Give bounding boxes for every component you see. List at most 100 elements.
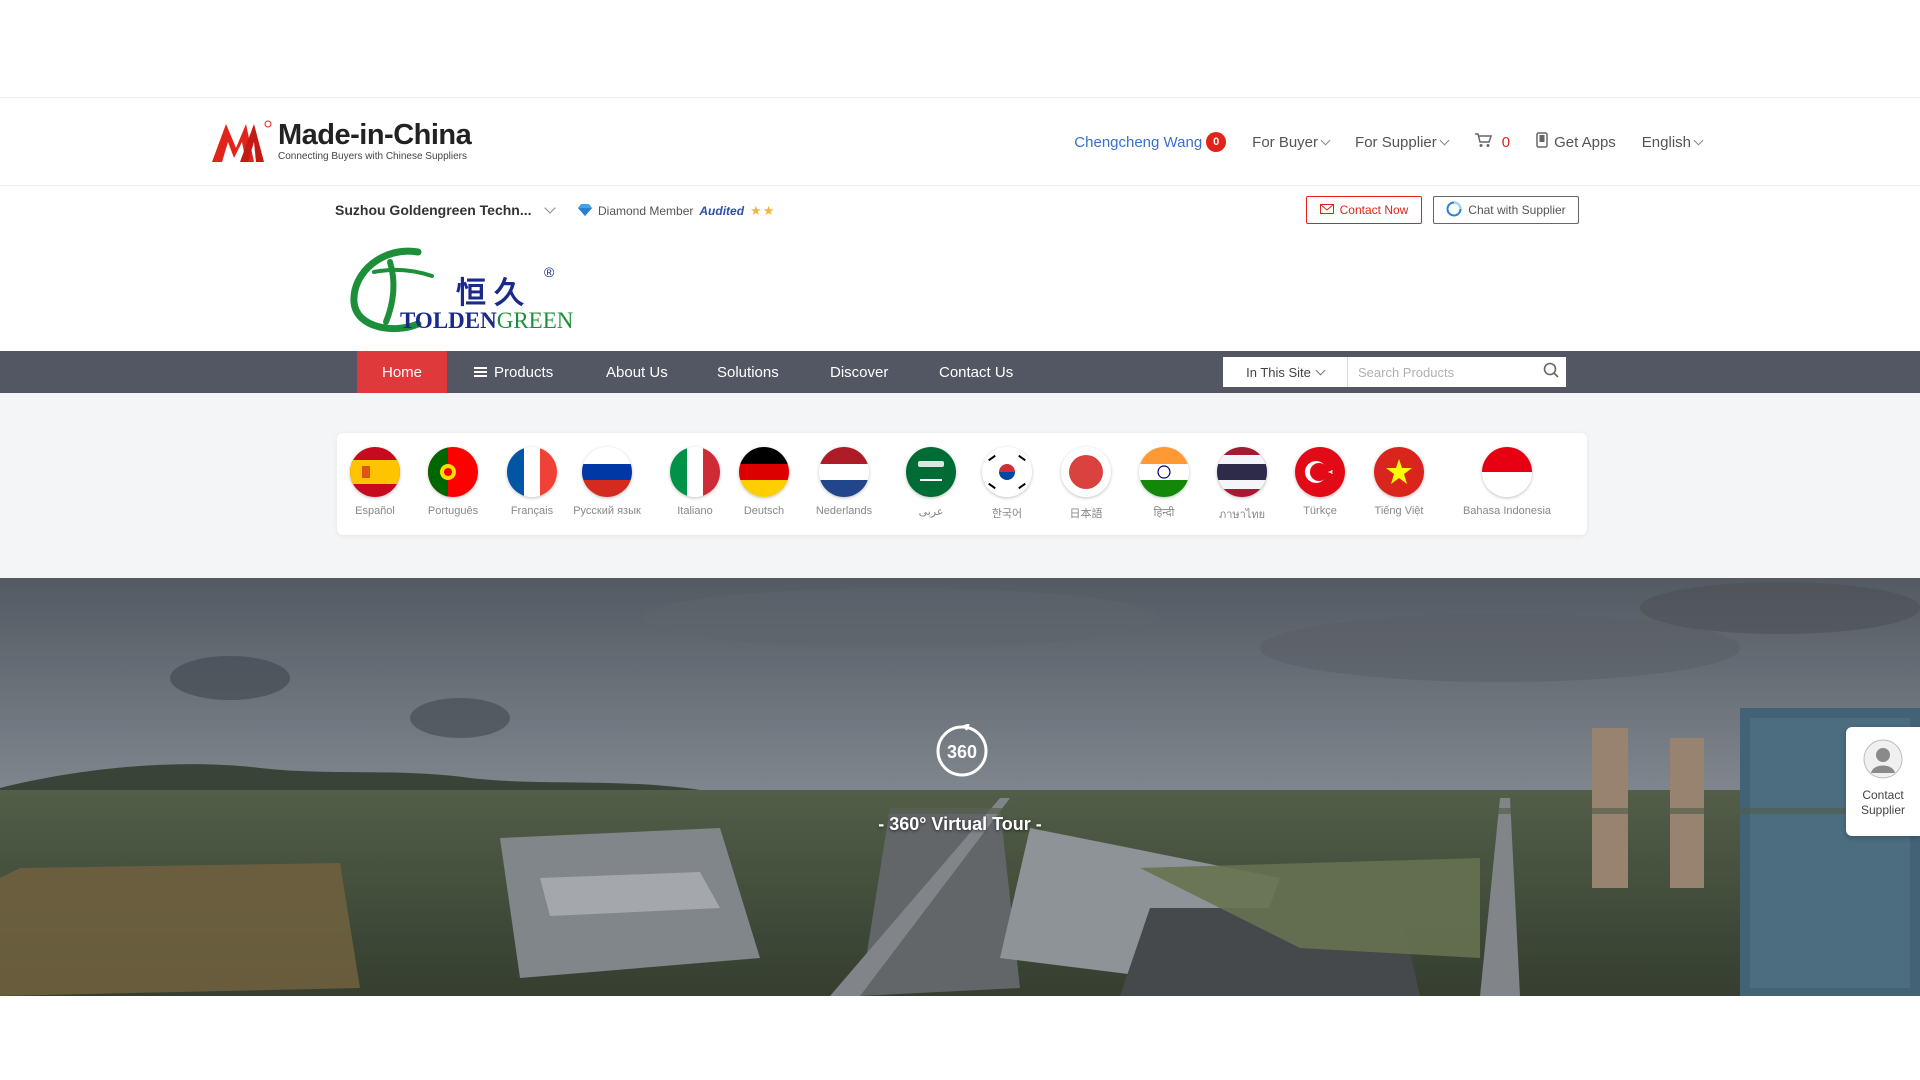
korea-flag-icon (982, 447, 1032, 497)
language-item-spanish[interactable]: Español (350, 447, 400, 517)
language-item-japanese[interactable]: 日本語 (1061, 447, 1111, 521)
contact-now-label: Contact Now (1339, 203, 1409, 217)
made-in-china-logo-icon (210, 118, 274, 164)
language-label: Español (355, 505, 395, 517)
logo-english-part2: GREEN (496, 308, 574, 333)
language-label: Português (427, 505, 479, 517)
search-icon (1543, 362, 1559, 383)
russia-flag-icon (582, 447, 632, 497)
language-item-french[interactable]: Français (507, 447, 557, 517)
india-flag-icon (1139, 447, 1189, 497)
for-supplier-menu[interactable]: For Supplier (1355, 133, 1450, 151)
user-name: Chengcheng Wang (1074, 133, 1203, 151)
search-scope-label: In This Site (1246, 364, 1311, 380)
nav-item-home[interactable]: Home (357, 351, 447, 393)
contact-supplier-label: Contact Supplier (1860, 788, 1906, 817)
goldengreen-logo[interactable]: 恒久 ® TOLDENGREEN (344, 242, 573, 338)
chevron-down-icon (1693, 135, 1704, 145)
nav-home-label: Home (381, 363, 422, 381)
main-nav: Home Products About Us Solutions Discove… (0, 351, 1920, 393)
nav-item-about-us[interactable]: About Us (606, 351, 668, 393)
language-item-italian[interactable]: Italiano (670, 447, 720, 517)
contact-supplier-float[interactable]: Contact Supplier (1846, 727, 1920, 836)
search-input[interactable] (1348, 359, 1536, 385)
language-item-arabic[interactable]: عربى (906, 447, 956, 518)
language-label: English (1641, 133, 1691, 151)
nav-item-solutions[interactable]: Solutions (717, 351, 779, 393)
language-section: Español Português Français Русский язык (0, 393, 1920, 578)
panorama-image (0, 578, 1920, 996)
logo-chinese-text: 恒久 (456, 276, 532, 311)
language-label: Deutsch (743, 505, 785, 517)
language-menu[interactable]: English (1641, 133, 1704, 151)
indonesia-flag-icon (1482, 447, 1532, 497)
site-header: Made-in-China Connecting Buyers with Chi… (0, 98, 1920, 186)
chat-with-supplier-button[interactable]: Chat with Supplier (1433, 196, 1579, 224)
chevron-down-icon (1315, 365, 1326, 375)
virtual-tour-panorama[interactable]: 360 - 360° Virtual Tour - (0, 578, 1920, 996)
language-item-hindi[interactable]: हिन्दी (1139, 447, 1189, 520)
search-scope-select[interactable]: In This Site (1223, 357, 1348, 387)
language-item-thai[interactable]: ภาษาไทย (1217, 447, 1267, 523)
get-apps-link[interactable]: Get Apps (1536, 132, 1616, 152)
japan-flag-icon (1061, 447, 1111, 497)
language-item-vietnamese[interactable]: Tiếng Việt (1374, 447, 1424, 517)
language-item-indonesian[interactable]: Bahasa Indonesia (1447, 447, 1567, 517)
supplier-bar: Suzhou Goldengreen Techn... Diamond Memb… (0, 186, 1920, 234)
spain-flag-icon (350, 447, 400, 497)
made-in-china-logo[interactable]: Made-in-China Connecting Buyers with Chi… (210, 116, 472, 166)
language-item-portuguese[interactable]: Português (428, 447, 478, 517)
language-item-turkish[interactable]: Türkçe (1295, 447, 1345, 517)
supplier-name-dropdown[interactable]: Suzhou Goldengreen Techn... (335, 202, 556, 218)
made-in-china-tagline: Connecting Buyers with Chinese Suppliers (278, 150, 467, 162)
for-supplier-label: For Supplier (1355, 133, 1437, 151)
netherlands-flag-icon (819, 447, 869, 497)
avatar-icon (1863, 739, 1903, 784)
portugal-flag-icon (428, 447, 478, 497)
language-label: Tiếng Việt (1374, 505, 1424, 517)
cart-link[interactable]: 0 (1474, 132, 1510, 152)
virtual-tour-label: - 360° Virtual Tour - (878, 814, 1042, 834)
language-selector: Español Português Français Русский язык (337, 433, 1587, 535)
logo-english-text: TOLDENGREEN (400, 308, 573, 334)
supplier-name: Suzhou Goldengreen Techn... (335, 202, 532, 218)
language-item-korean[interactable]: 한국어 (982, 447, 1032, 521)
nav-item-products[interactable]: Products (474, 351, 553, 393)
language-label: Bahasa Indonesia (1462, 505, 1552, 517)
get-apps-label: Get Apps (1554, 133, 1616, 151)
audited-badge[interactable]: Audited (699, 204, 744, 218)
language-label: عربى (918, 506, 944, 518)
language-label: Italiano (677, 505, 713, 517)
registered-mark: ® (544, 264, 555, 280)
chevron-down-icon (1439, 135, 1450, 145)
italy-flag-icon (670, 447, 720, 497)
vietnam-flag-icon (1374, 447, 1424, 497)
germany-flag-icon (739, 447, 789, 497)
message-count-badge: 0 (1206, 132, 1227, 152)
language-item-german[interactable]: Deutsch (739, 447, 789, 517)
membership-info: Diamond Member Audited ★★ (578, 203, 775, 219)
user-account-link[interactable]: Chengcheng Wang 0 (1074, 132, 1227, 152)
menu-icon (474, 367, 487, 377)
panorama-360-text: 360 (947, 742, 977, 762)
nav-about-label: About Us (606, 363, 668, 381)
contact-now-button[interactable]: Contact Now (1306, 196, 1422, 224)
logo-english-part1: TOLDEN (400, 308, 497, 333)
language-item-dutch[interactable]: Nederlands (809, 447, 879, 517)
cart-count: 0 (1501, 133, 1511, 151)
language-label: हिन्दी (1153, 507, 1175, 519)
phone-icon (1536, 132, 1548, 152)
search-button[interactable] (1536, 357, 1566, 387)
chat-icon (1446, 201, 1462, 220)
language-item-russian[interactable]: Русский язык (567, 447, 647, 517)
nav-item-contact-us[interactable]: Contact Us (939, 351, 1013, 393)
nav-item-discover[interactable]: Discover (830, 351, 888, 393)
france-flag-icon (507, 447, 557, 497)
for-buyer-label: For Buyer (1252, 133, 1319, 151)
for-buyer-menu[interactable]: For Buyer (1252, 133, 1331, 151)
panorama-360-icon[interactable]: 360 (935, 722, 989, 778)
chevron-down-icon (543, 202, 556, 214)
chat-with-supplier-label: Chat with Supplier (1468, 203, 1566, 217)
cart-icon (1474, 132, 1492, 152)
saudi-arabia-flag-icon (906, 447, 956, 497)
